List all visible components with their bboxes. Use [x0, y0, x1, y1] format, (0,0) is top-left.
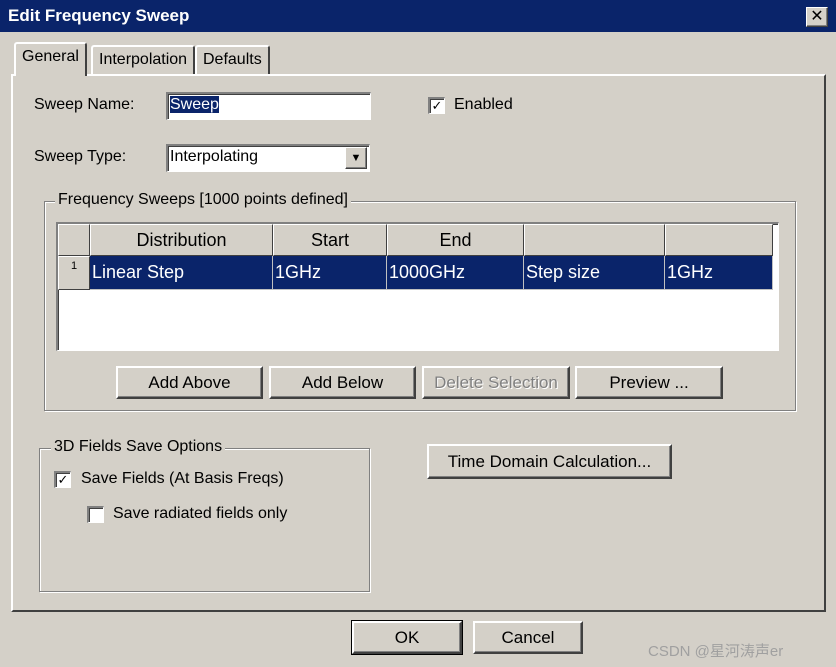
column-header-start[interactable]: Start [273, 224, 387, 256]
sweep-name-input[interactable]: Sweep [166, 92, 371, 120]
fields-save-title: 3D Fields Save Options [51, 438, 226, 456]
row-header[interactable]: 1 [58, 256, 90, 290]
preview-button[interactable]: Preview ... [575, 366, 723, 399]
grid-corner [58, 224, 90, 256]
time-domain-calculation-button[interactable]: Time Domain Calculation... [427, 444, 672, 479]
sweep-type-select[interactable]: Interpolating [166, 144, 370, 172]
chevron-down-icon: ▼ [350, 152, 362, 164]
check-icon: ✓ [431, 98, 443, 113]
save-radiated-label: Save radiated fields only [113, 505, 288, 522]
enabled-label: Enabled [454, 96, 513, 113]
sweeps-grid[interactable]: Distribution Start End 1 Linear Step 1GH… [56, 222, 779, 351]
column-header-distribution[interactable]: Distribution [90, 224, 273, 256]
cell-end[interactable]: 1000GHz [387, 256, 524, 290]
sweep-name-value: Sweep [170, 96, 219, 113]
save-fields-checkbox[interactable]: ✓ [54, 471, 71, 488]
delete-selection-button[interactable]: Delete Selection [422, 366, 570, 399]
sweep-type-value: Interpolating [170, 148, 259, 165]
column-header-4[interactable] [524, 224, 665, 256]
check-icon: ✓ [57, 472, 69, 487]
column-header-end[interactable]: End [387, 224, 524, 256]
cell-step-type[interactable]: Step size [524, 256, 665, 290]
add-below-button[interactable]: Add Below [269, 366, 416, 399]
sweep-type-dropdown-button[interactable]: ▼ [345, 147, 367, 169]
cell-distribution[interactable]: Linear Step [90, 256, 273, 290]
ok-button[interactable]: OK [351, 620, 463, 655]
watermark-text: CSDN @星河涛声er [648, 643, 784, 660]
column-header-5[interactable] [665, 224, 773, 256]
save-radiated-checkbox[interactable] [87, 506, 104, 523]
save-fields-label: Save Fields (At Basis Freqs) [81, 470, 284, 487]
cell-start[interactable]: 1GHz [273, 256, 387, 290]
sweep-type-label: Sweep Type: [34, 148, 127, 165]
sweep-name-label: Sweep Name: [34, 96, 135, 113]
cell-step-value[interactable]: 1GHz [665, 256, 773, 290]
frequency-sweeps-title: Frequency Sweeps [1000 points defined] [55, 191, 351, 209]
add-above-button[interactable]: Add Above [116, 366, 263, 399]
enabled-checkbox[interactable]: ✓ [428, 97, 445, 114]
cancel-button[interactable]: Cancel [473, 621, 583, 654]
